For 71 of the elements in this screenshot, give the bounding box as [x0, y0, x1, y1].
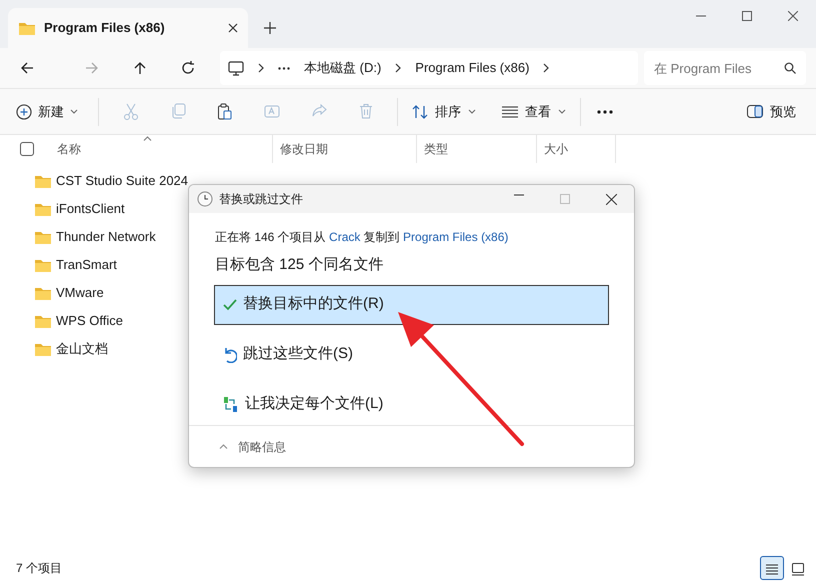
folder-icon	[34, 257, 52, 273]
folder-icon	[18, 20, 36, 36]
check-icon	[223, 298, 237, 310]
search-icon	[784, 62, 796, 74]
details-view-button[interactable]	[760, 556, 784, 580]
folder-icon	[34, 313, 52, 329]
preview-pane-icon	[747, 105, 763, 118]
view-button[interactable]: 查看	[502, 96, 566, 128]
folder-icon	[34, 285, 52, 301]
new-tab-icon[interactable]	[264, 22, 276, 34]
clipboard-icon[interactable]	[216, 103, 232, 120]
dialog-title: 替换或跳过文件	[219, 191, 303, 208]
item-count: 7 个项目	[16, 560, 62, 577]
folder-icon	[34, 201, 52, 217]
back-arrow-icon[interactable]	[20, 61, 34, 75]
caret-down-icon	[468, 109, 476, 114]
details-toggle[interactable]: 简略信息	[219, 438, 286, 456]
preview-button[interactable]: 预览	[747, 96, 796, 128]
sort-button[interactable]: 排序	[412, 96, 476, 128]
search-field[interactable]: 在 Program Files	[644, 51, 806, 85]
caret-up-icon	[219, 444, 228, 449]
up-arrow-icon[interactable]	[133, 61, 147, 75]
computer-icon	[228, 60, 244, 76]
maximize-icon[interactable]	[742, 11, 752, 21]
choice-option[interactable]: 跳过这些文件(S)	[214, 334, 609, 374]
choice-option[interactable]: 让我决定每个文件(L)	[214, 384, 609, 424]
refresh-icon[interactable]	[181, 61, 195, 75]
breadcrumb-item[interactable]: 本地磁盘 (D:)	[304, 58, 382, 78]
file-name[interactable]: VMware	[56, 283, 104, 303]
conflict-heading: 目标包含 125 个同名文件	[215, 255, 384, 275]
file-name[interactable]: iFontsClient	[56, 199, 125, 219]
file-name[interactable]: 金山文档	[56, 339, 108, 359]
chevron-right-icon	[543, 63, 550, 73]
address-bar[interactable]: 本地磁盘 (D:) Program Files (x86)	[220, 51, 638, 85]
choice-option[interactable]: 替换目标中的文件(R)	[214, 284, 609, 324]
file-name[interactable]: TranSmart	[56, 255, 117, 275]
new-button[interactable]: 新建	[16, 96, 90, 128]
folder-icon	[34, 341, 52, 357]
close-icon[interactable]	[788, 11, 798, 21]
undo-arrow-icon	[223, 346, 237, 362]
link[interactable]: Crack	[329, 230, 360, 244]
folder-icon	[34, 173, 52, 189]
minimize-icon[interactable]	[696, 15, 706, 17]
link[interactable]: Program Files (x86)	[403, 230, 508, 244]
chevron-right-icon	[258, 63, 264, 73]
caret-down-icon	[558, 109, 566, 114]
file-name[interactable]: WPS Office	[56, 311, 123, 331]
column-header[interactable]: 类型	[424, 140, 448, 158]
file-name[interactable]: CST Studio Suite 2024	[56, 171, 188, 191]
caret-down-icon	[70, 109, 78, 114]
close-icon[interactable]	[228, 23, 238, 33]
copy-message: 正在将 146 个项目从 Crack 复制到 Program Files (x86)	[215, 229, 510, 246]
column-header[interactable]: 修改日期	[280, 140, 328, 158]
sort-arrows-icon	[412, 104, 428, 118]
column-header[interactable]: 名称	[57, 140, 81, 158]
more-icon[interactable]	[278, 66, 290, 70]
minimize-icon[interactable]	[514, 194, 524, 196]
swap-files-icon	[223, 396, 239, 413]
folder-icon	[34, 229, 52, 245]
list-lines-icon	[502, 106, 518, 118]
folder-tab[interactable]: Program Files (x86)	[8, 8, 248, 48]
more-icon[interactable]	[597, 110, 613, 114]
chevron-right-icon	[395, 63, 402, 73]
clock-icon	[197, 191, 213, 207]
close-icon[interactable]	[606, 194, 616, 204]
sort-caret-icon	[143, 136, 152, 141]
select-all-checkbox[interactable]	[20, 142, 34, 156]
column-header[interactable]: 大小	[544, 140, 568, 158]
plus-circle-icon	[16, 104, 32, 120]
breadcrumb-item[interactable]: Program Files (x86)	[415, 58, 530, 78]
file-name[interactable]: Thunder Network	[56, 227, 156, 247]
